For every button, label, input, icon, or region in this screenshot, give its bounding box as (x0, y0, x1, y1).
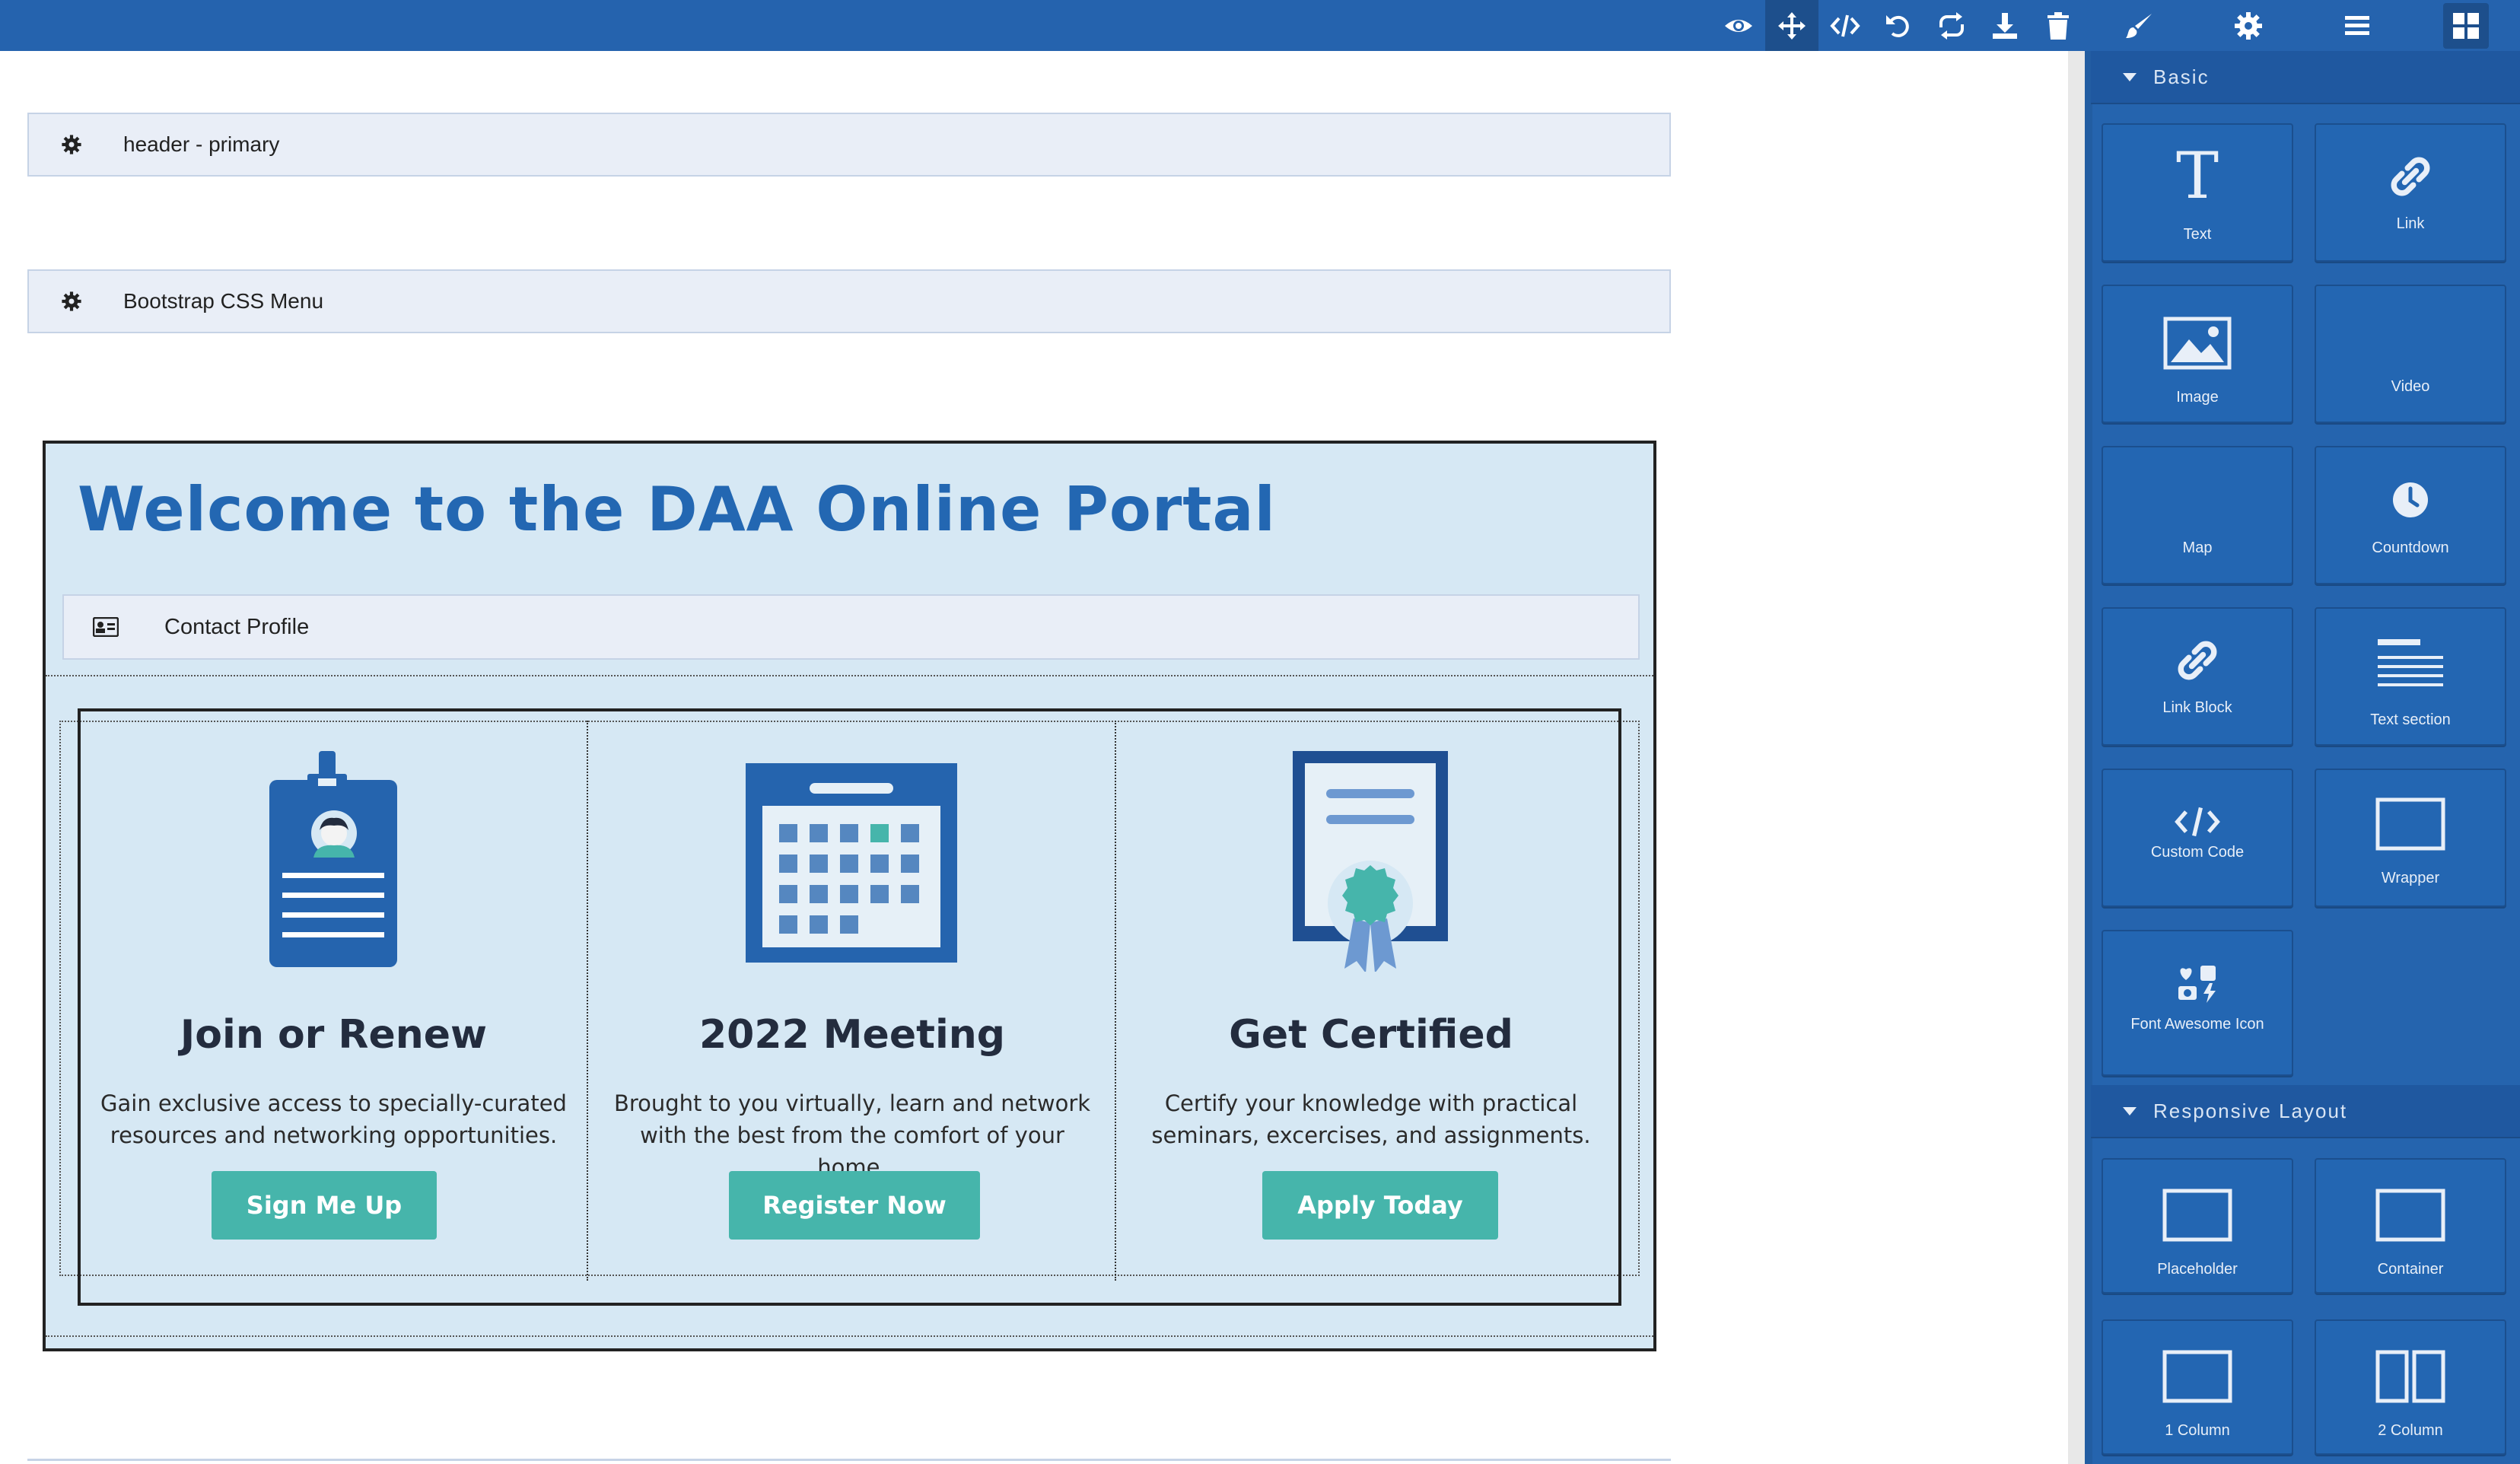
redo-icon[interactable] (1925, 0, 1978, 51)
block-link[interactable]: Link (2315, 123, 2506, 262)
caret-down-icon (2123, 72, 2137, 81)
block-text-section[interactable]: Text section (2315, 607, 2506, 746)
link-icon (2103, 639, 2292, 682)
block-label: Countdown (2372, 539, 2449, 556)
block-label: Video (2391, 378, 2430, 395)
apply-today-button[interactable]: Apply Today (1262, 1171, 1498, 1240)
svg-text:T: T (2176, 145, 2219, 205)
blocks-grid-icon[interactable] (2411, 0, 2520, 51)
sign-me-up-button[interactable]: Sign Me Up (212, 1171, 437, 1240)
card-title: Join or Renew (180, 1012, 488, 1058)
undo-icon[interactable] (1872, 0, 1925, 51)
hero-title[interactable]: Welcome to the DAA Online Portal (78, 474, 1276, 545)
section-title: Responsive Layout (2153, 1099, 2348, 1122)
block-label: 2 Column (2378, 1422, 2443, 1439)
block-label: Link (2396, 215, 2425, 232)
section-title: Basic (2153, 65, 2210, 88)
code-icon[interactable] (1818, 0, 1872, 51)
certificate-icon (1118, 751, 1624, 972)
card-text: Gain exclusive access to specially-curat… (100, 1090, 567, 1148)
block-label: Text section (2370, 711, 2451, 728)
component-label: Bootstrap CSS Menu (123, 289, 324, 313)
calendar-icon (590, 763, 1115, 984)
block-wrapper[interactable]: Wrapper (2315, 769, 2506, 907)
block-placeholder[interactable]: Placeholder (2102, 1158, 2293, 1294)
caret-down-icon (2123, 1106, 2137, 1116)
canvas-scrollbar[interactable] (2068, 51, 2085, 1464)
id-badge-icon (81, 751, 587, 972)
text-section-icon (2316, 638, 2505, 691)
contact-profile-component[interactable]: Contact Profile (62, 594, 1640, 660)
section-responsive-layout[interactable]: Responsive Layout (2091, 1085, 2520, 1138)
component-label: Contact Profile (164, 614, 310, 639)
card-2022-meeting[interactable]: 2022 Meeting Brought to you virtually, l… (590, 721, 1116, 1281)
block-label: Custom Code (2150, 844, 2245, 861)
layers-bars-icon[interactable] (2302, 0, 2411, 51)
card-text: Brought to you virtually, learn and netw… (613, 1090, 1091, 1180)
trash-icon[interactable] (2032, 0, 2085, 51)
block-2-column[interactable]: 2 Column (2315, 1319, 2506, 1455)
placeholder-box-icon (2103, 1189, 2292, 1242)
block-container[interactable]: Container (2315, 1158, 2506, 1294)
move-arrows-icon[interactable] (1765, 0, 1818, 51)
register-now-button[interactable]: Register Now (729, 1171, 980, 1240)
block-custom-code[interactable]: Custom Code (2102, 769, 2293, 907)
code-icon (2103, 805, 2292, 839)
id-card-icon (93, 617, 119, 637)
block-image[interactable]: Image (2102, 285, 2293, 423)
block-countdown[interactable]: Countdown (2315, 446, 2506, 584)
card-text: Certify your knowledge with practical se… (1151, 1090, 1591, 1148)
container-box-icon (2316, 1189, 2505, 1242)
panel-divider (2085, 51, 2092, 1464)
block-1-column[interactable]: 1 Column (2102, 1319, 2293, 1455)
block-label: Image (2176, 389, 2219, 406)
block-label: Container (2377, 1261, 2444, 1278)
next-component-outline (27, 1459, 1671, 1461)
import-download-icon[interactable] (1978, 0, 2032, 51)
block-label: Text (2183, 226, 2212, 243)
settings-gear-icon[interactable] (2194, 0, 2302, 51)
gear-icon (62, 291, 81, 311)
block-video[interactable]: Video (2315, 285, 2506, 423)
card-title: Get Certified (1229, 1012, 1513, 1058)
card-join-renew[interactable]: Join or Renew Gain exclusive access to s… (81, 721, 588, 1281)
hero-section[interactable]: Welcome to the DAA Online Portal Contact… (43, 441, 1656, 1351)
block-label: Map (2182, 539, 2213, 556)
cards-row[interactable]: Join or Renew Gain exclusive access to s… (78, 708, 1621, 1306)
header-primary-component[interactable]: header - primary (27, 113, 1671, 177)
block-map[interactable]: Map (2102, 446, 2293, 584)
component-label: header - primary (123, 132, 280, 156)
paint-brush-icon[interactable] (2085, 0, 2194, 51)
card-get-certified[interactable]: Get Certified Certify your knowledge wit… (1118, 721, 1624, 1281)
block-label: 1 Column (2165, 1422, 2230, 1439)
block-label: Font Awesome Icon (2130, 1016, 2264, 1033)
two-column-icon (2316, 1350, 2505, 1403)
link-icon (2316, 155, 2505, 198)
preview-eye-icon[interactable] (1712, 0, 1765, 51)
bootstrap-menu-component[interactable]: Bootstrap CSS Menu (27, 269, 1671, 333)
image-icon (2103, 317, 2292, 370)
font-awesome-shapes-icon (2103, 963, 2292, 1003)
block-label: Wrapper (2381, 870, 2440, 886)
one-column-icon (2103, 1350, 2292, 1403)
text-t-icon: T (2103, 145, 2292, 205)
block-label: Link Block (2162, 699, 2232, 716)
block-font-awesome-icon[interactable]: Font Awesome Icon (2102, 930, 2293, 1076)
clock-icon (2316, 481, 2505, 519)
block-label: Placeholder (2157, 1261, 2238, 1278)
gear-icon (62, 135, 81, 154)
card-title: 2022 Meeting (698, 1012, 1006, 1058)
section-basic[interactable]: Basic (2091, 51, 2520, 104)
wrapper-box-icon (2316, 797, 2505, 851)
block-link-block[interactable]: Link Block (2102, 607, 2293, 746)
top-toolbar (0, 0, 2520, 51)
block-text[interactable]: T Text (2102, 123, 2293, 262)
